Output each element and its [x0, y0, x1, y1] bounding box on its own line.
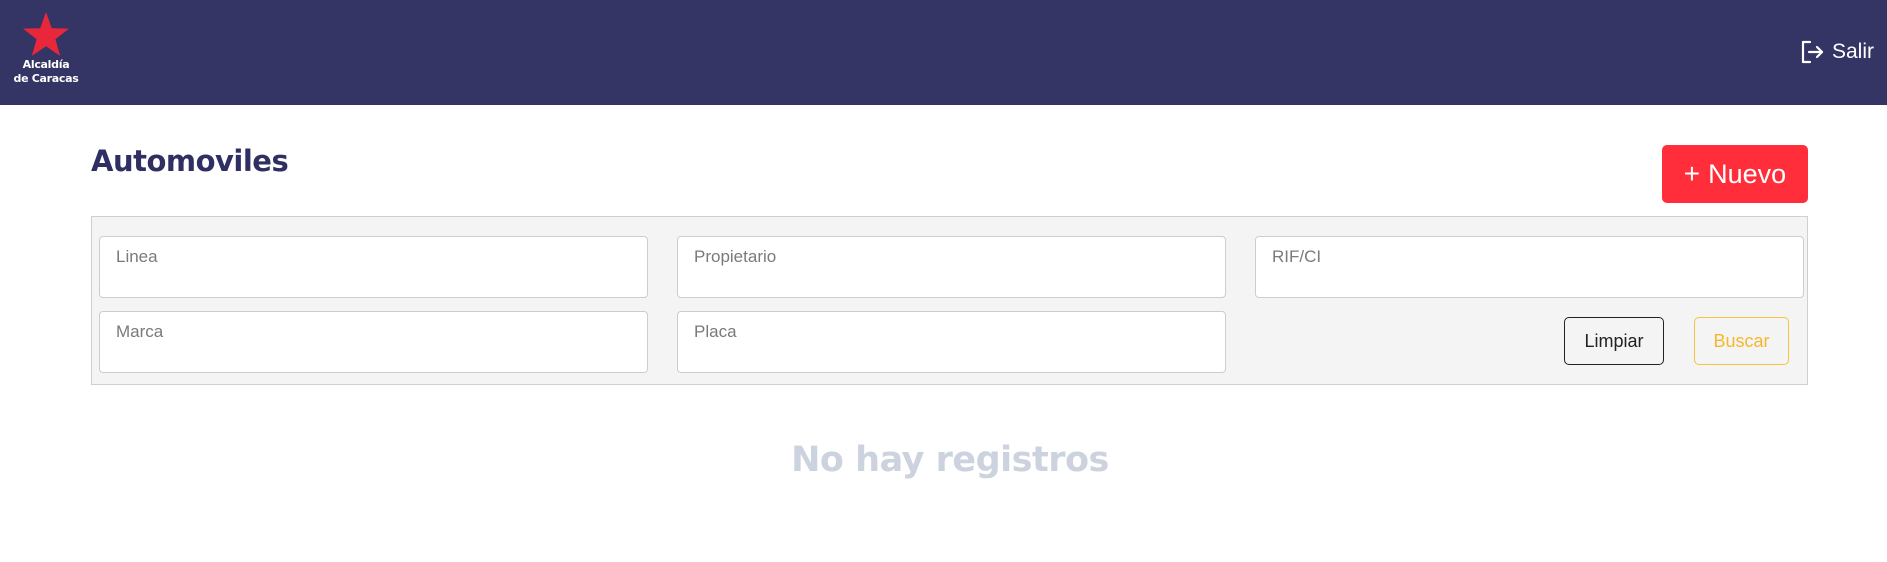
- empty-results-message: No hay registros: [791, 440, 1109, 480]
- filter-panel: Limpiar Buscar: [91, 216, 1808, 385]
- plus-icon: +: [1683, 158, 1701, 189]
- star-icon: [23, 12, 69, 56]
- new-button[interactable]: + Nuevo: [1662, 145, 1808, 203]
- page-title: Automoviles: [91, 144, 289, 178]
- placa-input[interactable]: [677, 311, 1226, 373]
- logout-button[interactable]: Salir: [1799, 37, 1874, 67]
- marca-input[interactable]: [99, 311, 648, 373]
- top-bar: Alcaldía de Caracas Salir: [0, 0, 1887, 105]
- new-button-label: Nuevo: [1708, 158, 1787, 189]
- linea-input[interactable]: [99, 236, 648, 298]
- logout-label: Salir: [1831, 40, 1874, 63]
- logo-text-line2: de Caracas: [13, 72, 79, 85]
- search-button[interactable]: Buscar: [1694, 317, 1789, 365]
- logo-text-line1: Alcaldía: [22, 58, 70, 71]
- alcaldia-logo[interactable]: Alcaldía de Caracas: [8, 10, 84, 94]
- rif-ci-input[interactable]: [1255, 236, 1804, 298]
- clear-button[interactable]: Limpiar: [1564, 317, 1664, 365]
- propietario-input[interactable]: [677, 236, 1226, 298]
- logout-icon: [1801, 40, 1824, 64]
